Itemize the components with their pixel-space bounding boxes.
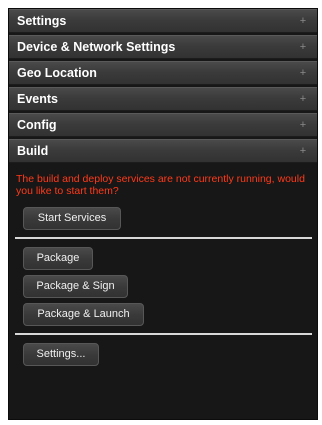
section-header-device-network-settings[interactable]: Device & Network Settings +	[9, 35, 317, 59]
package-launch-button[interactable]: Package & Launch	[23, 303, 144, 326]
expand-icon: +	[299, 119, 307, 131]
section-header-events[interactable]: Events +	[9, 87, 317, 111]
section-title-events: Events	[17, 92, 58, 106]
section-title-geo-location: Geo Location	[17, 66, 97, 80]
package-button[interactable]: Package	[23, 247, 93, 270]
expand-icon: +	[299, 15, 307, 27]
section-title-settings: Settings	[17, 14, 67, 28]
build-settings-button[interactable]: Settings...	[23, 343, 99, 366]
section-header-geo-location[interactable]: Geo Location +	[9, 61, 317, 85]
package-sign-button[interactable]: Package & Sign	[23, 275, 128, 298]
expand-icon: +	[299, 67, 307, 79]
build-section-content: The build and deploy services are not cu…	[9, 165, 317, 366]
divider	[15, 333, 312, 335]
section-header-config[interactable]: Config +	[9, 113, 317, 137]
divider	[15, 237, 312, 239]
build-panel: Settings + Device & Network Settings + G…	[8, 8, 318, 420]
start-services-button[interactable]: Start Services	[23, 207, 121, 230]
section-header-settings[interactable]: Settings +	[9, 9, 317, 33]
expand-icon: +	[299, 93, 307, 105]
section-title-config: Config	[17, 118, 57, 132]
section-title-device-network-settings: Device & Network Settings	[17, 40, 176, 54]
expand-icon: +	[299, 41, 307, 53]
services-not-running-notice: The build and deploy services are not cu…	[16, 173, 305, 197]
expand-icon: +	[299, 145, 307, 157]
section-header-build[interactable]: Build +	[9, 139, 317, 163]
section-title-build: Build	[17, 144, 49, 158]
